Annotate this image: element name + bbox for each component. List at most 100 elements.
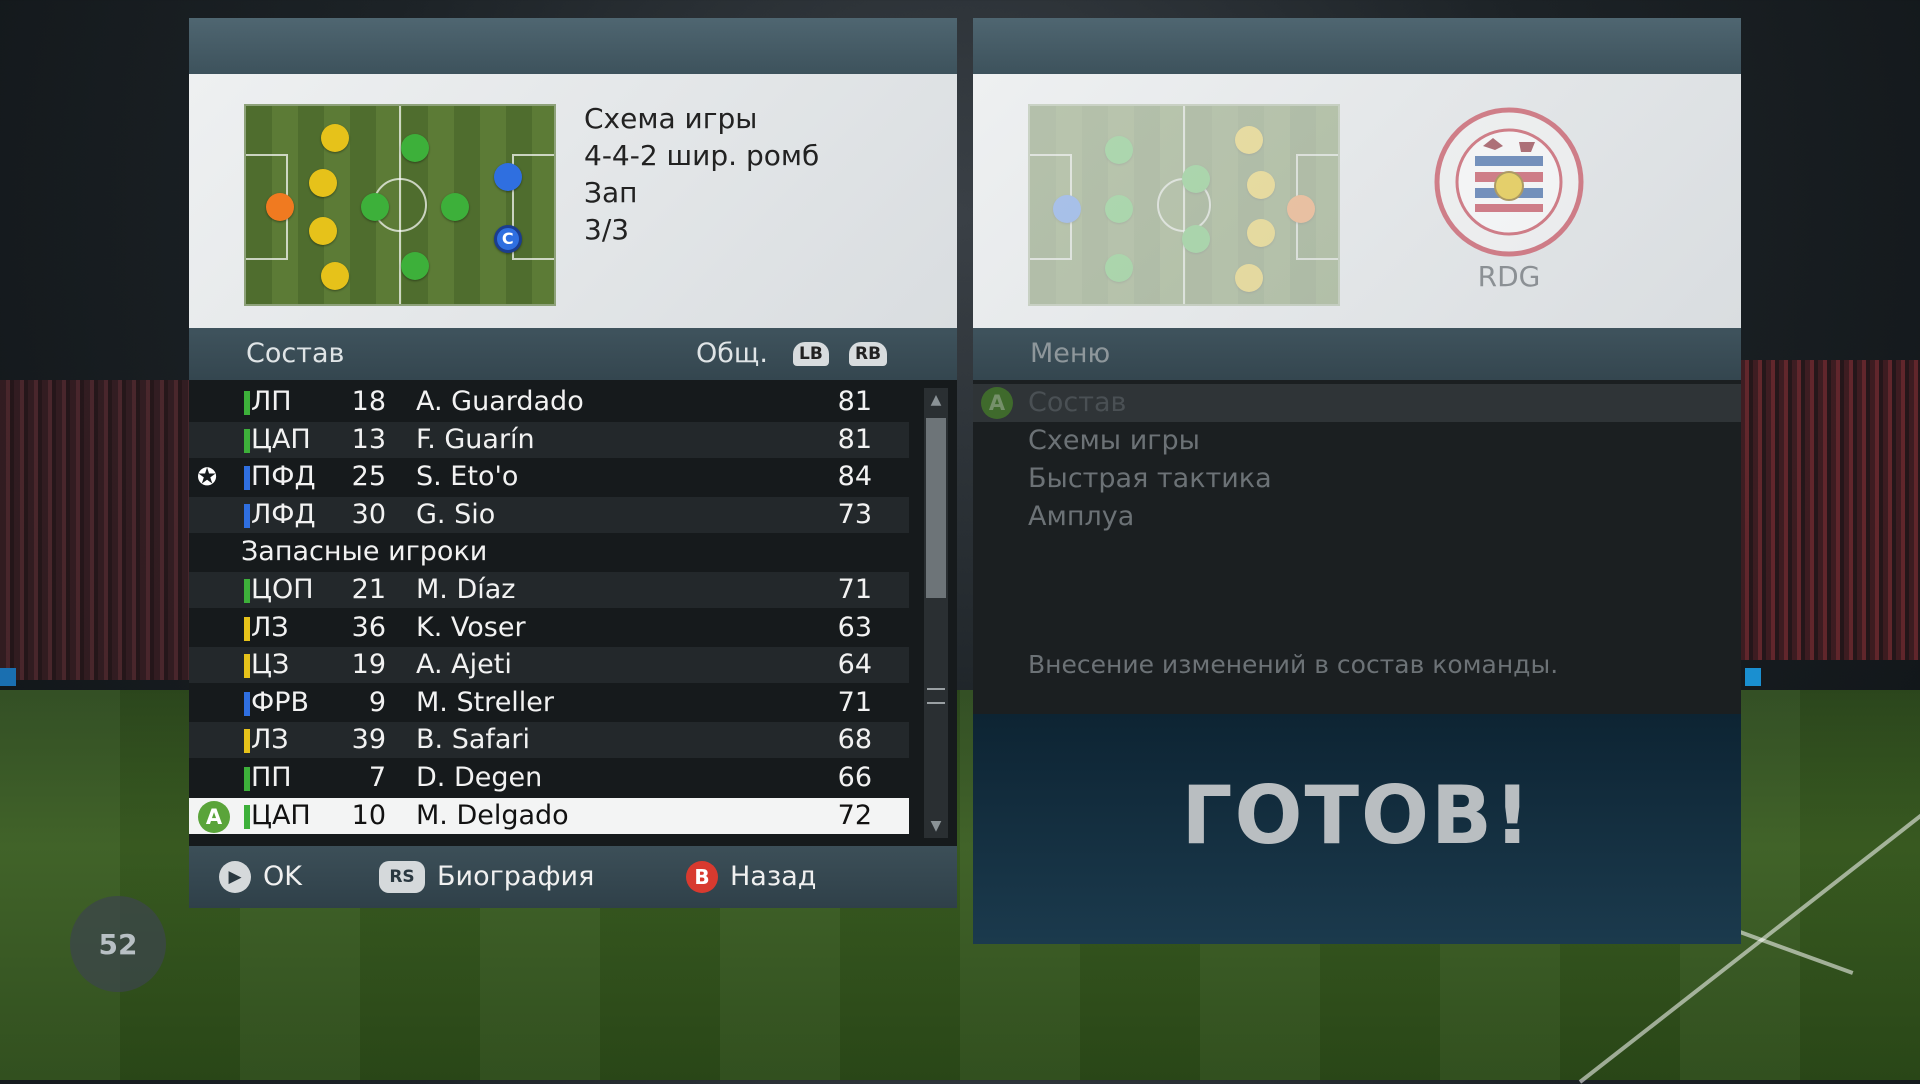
squad-title: Состав xyxy=(246,338,345,369)
player-name: M. Delgado xyxy=(416,799,569,831)
action-bar: ▶ OK RS Биография B Назад xyxy=(189,846,957,908)
player-dot-defender[interactable] xyxy=(309,216,337,245)
player-row[interactable]: ПП 7 D. Degen 66 xyxy=(189,760,909,796)
opponent-dot-forward xyxy=(1052,194,1081,223)
player-rating: 84 xyxy=(837,461,872,493)
squad-header: Состав Общ. LB RB xyxy=(189,328,957,380)
player-dot-defender[interactable] xyxy=(309,169,337,198)
ok-button[interactable]: ▶ OK xyxy=(219,846,302,908)
star-player-icon: ✪ xyxy=(197,463,218,492)
player-rating: 81 xyxy=(837,386,872,417)
player-rating: 64 xyxy=(837,649,872,681)
player-name: S. Eto'o xyxy=(416,461,519,493)
ready-area[interactable]: ГОТОВ! xyxy=(973,714,1741,944)
formation-info: Схема игры 4-4-2 шир. ромб Зап 3/3 xyxy=(584,100,819,248)
crowd-right xyxy=(1740,360,1920,660)
position-color-bar xyxy=(244,729,250,754)
opponent-dot-defender xyxy=(1247,218,1275,247)
player-row[interactable]: ЦАП 13 F. Guarín 81 xyxy=(189,421,909,458)
player-dot-midfielder[interactable] xyxy=(441,192,470,221)
lb-button-icon[interactable]: LB xyxy=(793,342,829,366)
player-position: ПФД xyxy=(251,461,316,493)
subs-section-label: Запасные игроки xyxy=(241,536,488,568)
player-rating: 73 xyxy=(837,498,872,530)
player-dot-defender[interactable] xyxy=(321,123,350,152)
player-row[interactable]: ПФД 25 S. Eto'o ✪ 84 xyxy=(189,459,909,495)
opponent-preview: RDG xyxy=(973,74,1741,328)
menu-item-roles[interactable]: Амплуа xyxy=(973,498,1741,536)
scroll-thumb[interactable] xyxy=(926,418,946,598)
back-button[interactable]: B Назад xyxy=(686,846,816,908)
biography-label: Биография xyxy=(437,861,595,892)
player-row[interactable]: A ЦАП 10 M. Delgado 72 xyxy=(189,797,909,834)
player-dot-midfielder[interactable] xyxy=(401,133,430,162)
menu-item-label: Быстрая тактика xyxy=(1028,463,1272,494)
player-rating: 81 xyxy=(837,423,872,455)
ad-board-left xyxy=(0,668,16,686)
opponent-formation-pitch xyxy=(1028,104,1340,306)
player-rating: 68 xyxy=(837,724,872,756)
panel-top-bar xyxy=(973,18,1741,74)
player-row[interactable]: ЦЗ 19 A. Ajeti 64 xyxy=(189,647,909,684)
position-color-bar xyxy=(244,767,250,791)
player-dot-midfielder[interactable] xyxy=(361,192,390,221)
player-number: 36 xyxy=(351,611,386,643)
scrollbar[interactable]: ▲ ▼ xyxy=(924,388,948,838)
subs-label: Зап xyxy=(584,176,638,209)
menu-item-squad[interactable]: A Состав xyxy=(973,384,1741,422)
b-button-icon: B xyxy=(686,861,718,893)
opponent-dot-defender xyxy=(1234,125,1263,154)
player-row[interactable]: ЛЗ 36 K. Voser 63 xyxy=(189,610,909,646)
start-button-icon: ▶ xyxy=(219,861,251,893)
biography-button[interactable]: RS Биография xyxy=(379,846,594,908)
opponent-dot-midfielder xyxy=(1105,194,1134,223)
squad-panel: C Схема игры 4-4-2 шир. ромб Зап 3/3 Сос… xyxy=(189,18,957,918)
player-number: 25 xyxy=(351,461,386,493)
opponent-dot-defender xyxy=(1234,264,1263,293)
player-position: ЛЗ xyxy=(251,724,289,756)
formation-pitch: C xyxy=(244,104,556,306)
player-number: 7 xyxy=(368,762,386,793)
player-number: 30 xyxy=(351,498,386,530)
player-name: D. Degen xyxy=(416,762,543,793)
position-color-bar xyxy=(244,691,250,716)
subs-section-header: Запасные игроки xyxy=(189,534,909,570)
player-dot-defender[interactable] xyxy=(321,262,350,291)
opponent-dot-midfielder xyxy=(1105,135,1134,164)
player-dot-goalkeeper[interactable] xyxy=(265,192,294,221)
player-number: 18 xyxy=(351,386,386,417)
player-name: M. Streller xyxy=(416,686,555,718)
player-dot-forward[interactable] xyxy=(493,163,522,192)
player-row[interactable]: ЛЗ 39 B. Safari 68 xyxy=(189,722,909,759)
menu-list: A Состав Схемы игры Быстрая тактика Ампл… xyxy=(973,380,1741,714)
player-number: 19 xyxy=(351,649,386,681)
menu-item-formations[interactable]: Схемы игры xyxy=(973,422,1741,460)
formation-preview: C Схема игры 4-4-2 шир. ромб Зап 3/3 xyxy=(189,74,957,328)
opponent-dot-defender xyxy=(1247,171,1275,200)
player-dot-midfielder[interactable] xyxy=(401,252,430,281)
player-row[interactable]: ЦОП 21 M. Díaz 71 xyxy=(189,572,909,608)
scroll-up-icon[interactable]: ▲ xyxy=(926,390,946,410)
overall-label: Общ. xyxy=(696,338,768,369)
scroll-down-icon[interactable]: ▼ xyxy=(926,816,946,836)
player-number: 39 xyxy=(351,724,386,756)
player-row[interactable]: ЛФД 30 G. Sio 73 xyxy=(189,496,909,533)
player-row[interactable]: ЛП 18 A. Guardado 81 xyxy=(189,384,909,420)
menu-item-quick-tactics[interactable]: Быстрая тактика xyxy=(973,460,1741,498)
player-row[interactable]: ФРВ 9 M. Streller 71 xyxy=(189,685,909,721)
a-button-icon: A xyxy=(981,387,1013,419)
scroll-grip-icon xyxy=(927,688,945,704)
opponent-dot-goalkeeper xyxy=(1287,194,1316,223)
crowd-left xyxy=(0,380,190,680)
position-color-bar xyxy=(244,579,250,603)
player-name: A. Guardado xyxy=(416,386,584,417)
player-dot-captain[interactable]: C xyxy=(493,224,522,253)
formation-name: 4-4-2 шир. ромб xyxy=(584,139,820,172)
opponent-dot-midfielder xyxy=(1182,165,1211,194)
position-color-bar xyxy=(244,466,250,491)
rs-button-icon: RS xyxy=(379,861,425,893)
player-rating: 71 xyxy=(837,574,872,605)
menu-item-label: Схемы игры xyxy=(1028,425,1200,456)
back-label: Назад xyxy=(730,861,817,892)
rb-button-icon[interactable]: RB xyxy=(849,342,888,366)
